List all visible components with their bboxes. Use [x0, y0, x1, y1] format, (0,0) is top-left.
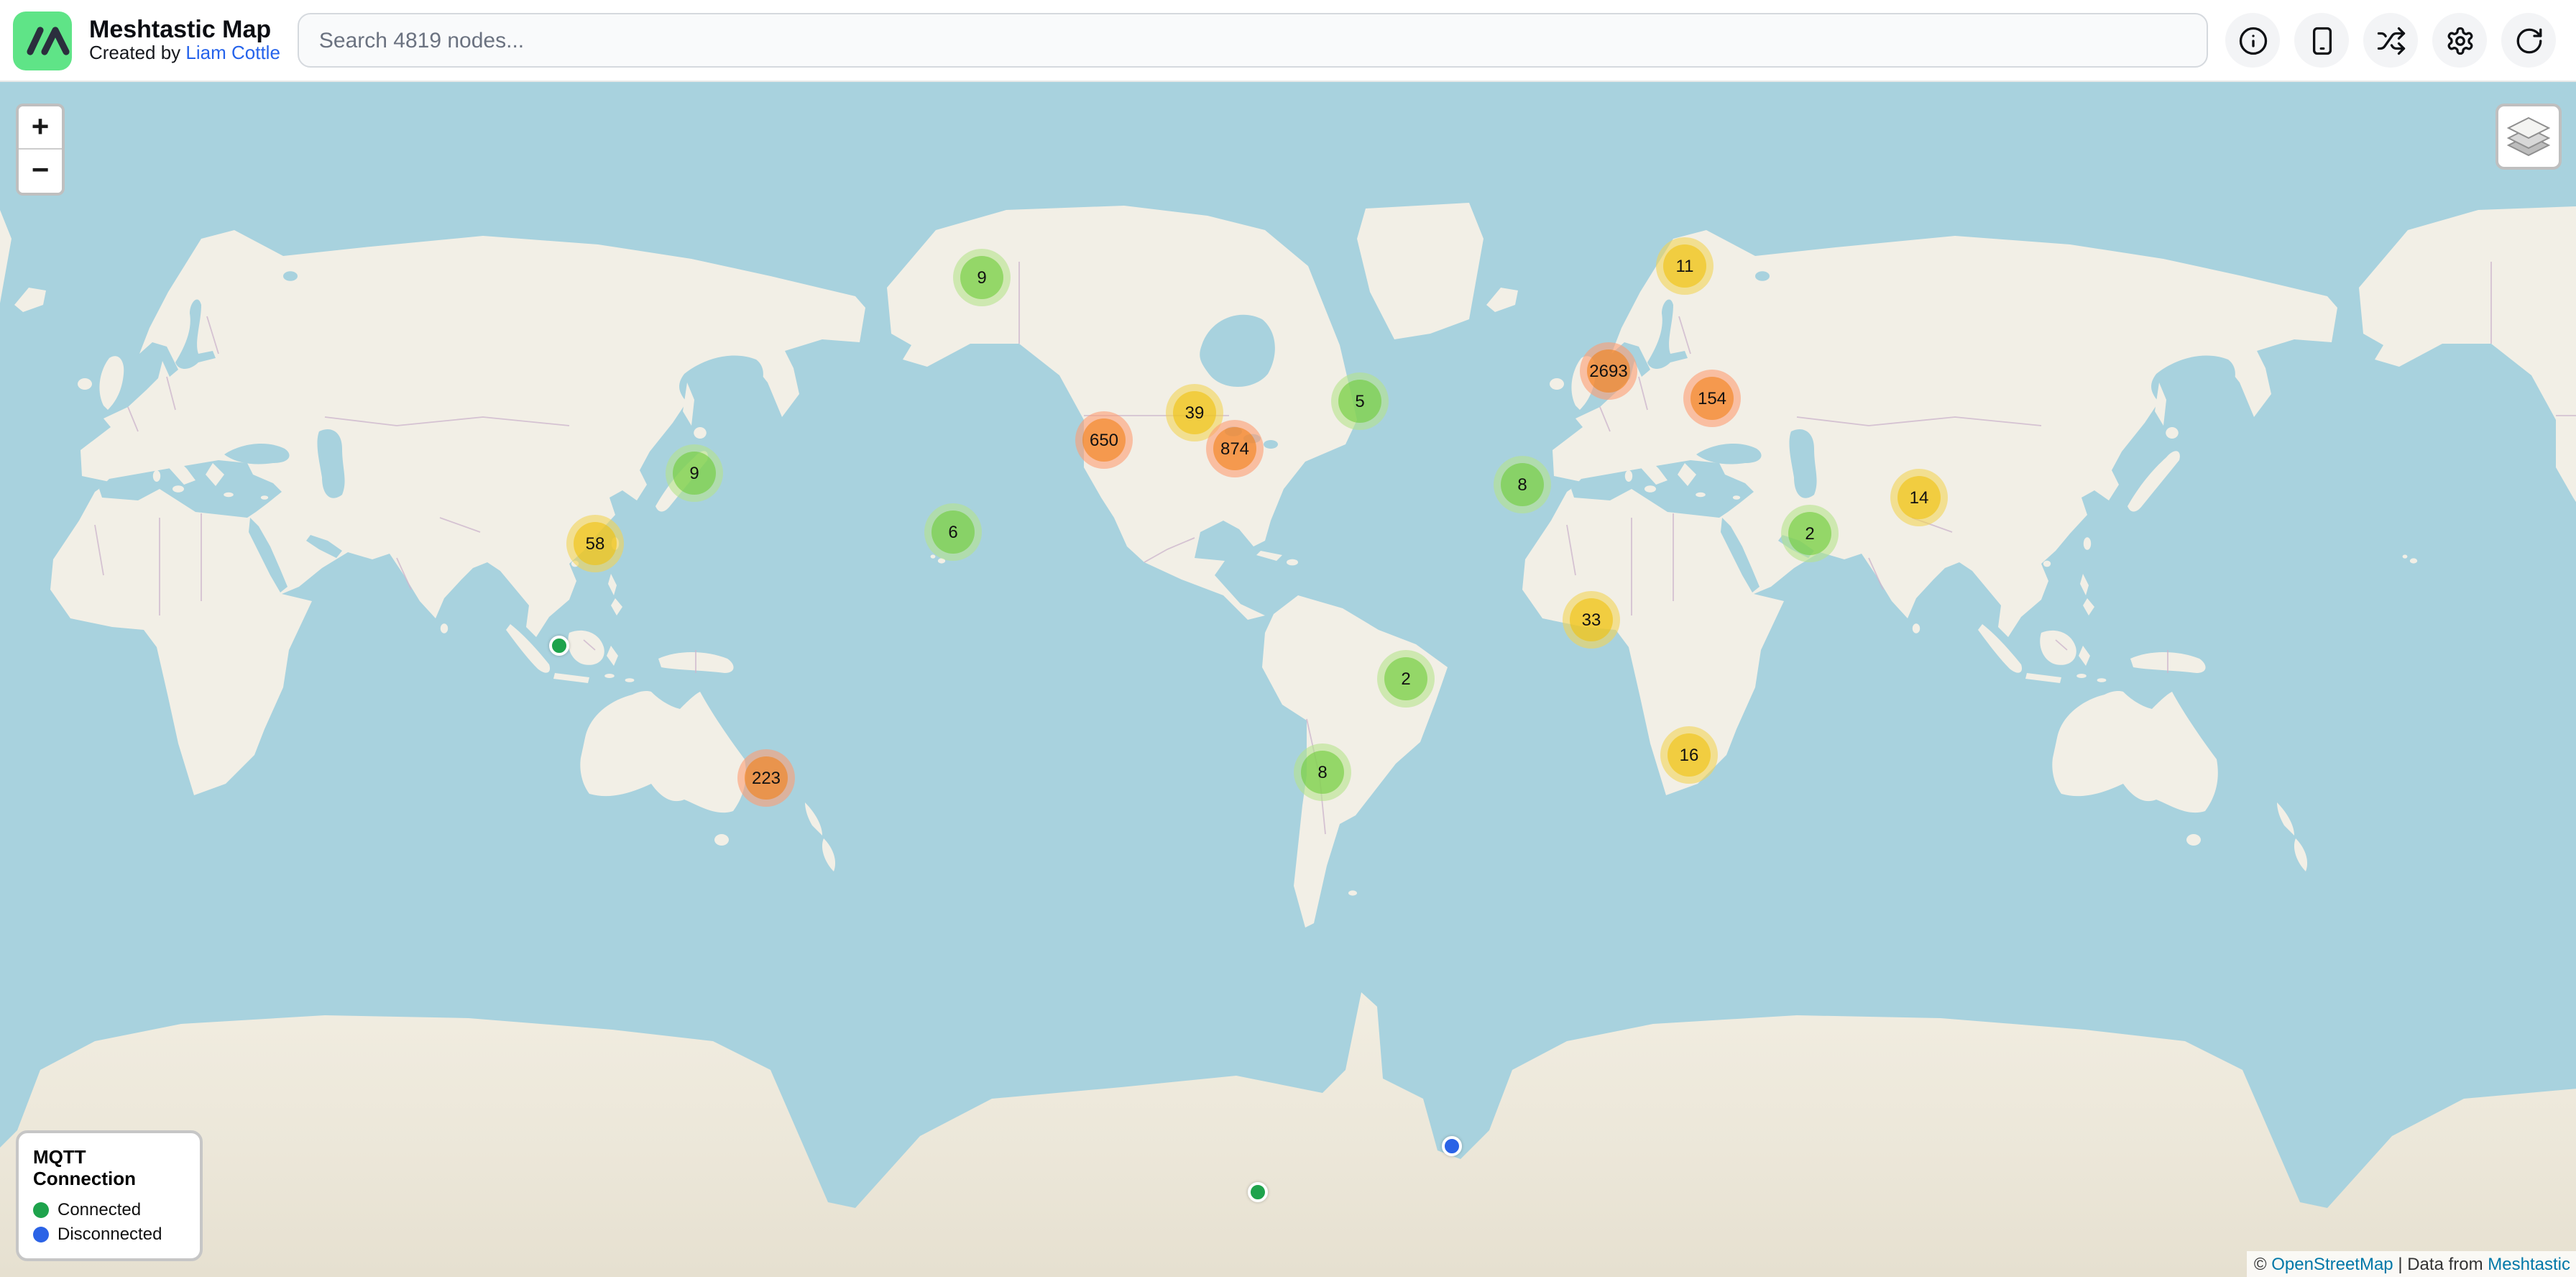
cluster-marker[interactable]: 650 [1075, 411, 1133, 469]
legend-row-disconnected: Disconnected [33, 1224, 185, 1244]
marker-layer: 939650874511269315495868214332816223 [0, 0, 2576, 1277]
settings-gear-icon [2444, 25, 2475, 55]
cluster-marker[interactable]: 9 [666, 444, 723, 502]
cluster-marker[interactable]: 2 [1781, 505, 1839, 562]
random-node-button[interactable] [2363, 13, 2418, 68]
cluster-marker[interactable]: 11 [1656, 237, 1714, 295]
meshtastic-link[interactable]: Meshtastic [2488, 1254, 2570, 1274]
legend-title: MQTT Connection [33, 1146, 185, 1189]
world-map[interactable]: 939650874511269315495868214332816223 + −… [0, 0, 2576, 1277]
legend-label: Disconnected [58, 1224, 162, 1244]
cluster-marker[interactable]: 6 [924, 503, 982, 561]
node-marker-disconnected[interactable] [1442, 1136, 1462, 1156]
layers-control-button[interactable] [2496, 104, 2562, 170]
mobile-app-button[interactable] [2294, 13, 2349, 68]
attribution-copyright: © [2254, 1254, 2271, 1274]
attribution-separator: | Data from [2393, 1254, 2488, 1274]
cluster-marker[interactable]: 9 [953, 249, 1011, 306]
disconnected-dot-icon [33, 1226, 49, 1242]
shuffle-icon [2375, 25, 2406, 55]
zoom-out-button[interactable]: − [19, 150, 62, 193]
legend-row-connected: Connected [33, 1199, 185, 1219]
cluster-marker[interactable]: 5 [1331, 372, 1389, 430]
legend-label: Connected [58, 1199, 141, 1219]
zoom-in-button[interactable]: + [19, 106, 62, 150]
refresh-icon [2513, 25, 2544, 55]
zoom-control: + − [16, 104, 65, 196]
info-icon [2237, 25, 2268, 55]
search-input[interactable] [298, 13, 2208, 68]
header-buttons [2225, 13, 2556, 68]
cluster-marker[interactable]: 223 [737, 749, 795, 807]
cluster-marker[interactable]: 2 [1377, 650, 1435, 708]
cluster-marker[interactable]: 2693 [1580, 342, 1637, 400]
app-header: Meshtastic Map Created by Liam Cottle [0, 0, 2576, 82]
mqtt-legend: MQTT Connection Connected Disconnected [16, 1130, 203, 1261]
cluster-marker[interactable]: 14 [1890, 469, 1948, 526]
connected-dot-icon [33, 1202, 49, 1217]
smartphone-icon [2306, 25, 2337, 55]
openstreetmap-link[interactable]: OpenStreetMap [2271, 1254, 2393, 1274]
map-attribution: © OpenStreetMap | Data from Meshtastic [2247, 1251, 2576, 1277]
cluster-marker[interactable]: 16 [1660, 726, 1718, 784]
info-button[interactable] [2225, 13, 2280, 68]
node-marker-connected[interactable] [1248, 1182, 1268, 1202]
subtitle-text: Created by [89, 42, 185, 64]
settings-button[interactable] [2432, 13, 2487, 68]
cluster-marker[interactable]: 154 [1683, 370, 1741, 427]
app-title: Meshtastic Map [89, 16, 280, 44]
layers-icon [2504, 115, 2553, 158]
cluster-marker[interactable]: 874 [1206, 420, 1264, 477]
cluster-marker[interactable]: 8 [1294, 743, 1351, 801]
cluster-marker[interactable]: 33 [1563, 591, 1620, 649]
app-subtitle: Created by Liam Cottle [89, 44, 280, 65]
author-link[interactable]: Liam Cottle [185, 42, 280, 64]
node-marker-connected[interactable] [549, 636, 569, 656]
title-block: Meshtastic Map Created by Liam Cottle [89, 16, 280, 65]
cluster-marker[interactable]: 8 [1494, 456, 1551, 513]
meshtastic-logo-icon [13, 11, 72, 70]
cluster-marker[interactable]: 58 [566, 515, 624, 572]
refresh-button[interactable] [2501, 13, 2556, 68]
